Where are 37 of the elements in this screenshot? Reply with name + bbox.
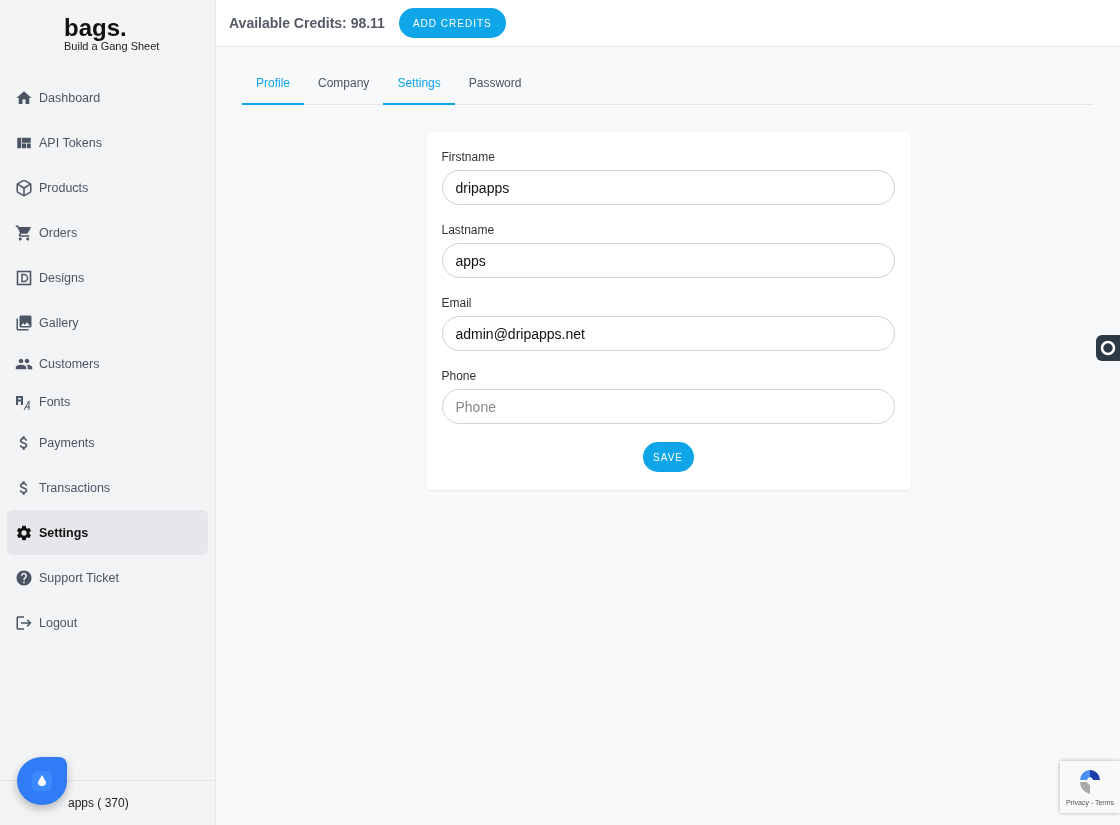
gallery-icon (15, 313, 33, 332)
settings-icon (15, 523, 33, 542)
sidebar-item[interactable]: Orders (7, 210, 208, 255)
drop-icon (32, 771, 52, 791)
input-field[interactable]: Phone (441, 389, 895, 424)
sidebar-item[interactable]: Fonts (7, 383, 208, 420)
sidebar-item[interactable]: Customers (7, 345, 208, 383)
sidebar-item[interactable]: Support Ticket (7, 555, 208, 600)
sidebar-item[interactable]: Logout (7, 600, 208, 645)
input-field[interactable]: apps (441, 243, 895, 278)
sidebar-item[interactable]: Designs (7, 255, 208, 300)
cart-icon (15, 223, 33, 242)
field-label: Lastname (441, 223, 496, 237)
brand-tagline: Build a Gang Sheet (64, 40, 160, 52)
tab[interactable]: Password (454, 63, 536, 105)
side-tab-button[interactable] (1096, 335, 1120, 361)
designs-icon (15, 268, 33, 287)
sidebar-item[interactable]: Settings (7, 510, 208, 555)
sidebar-item[interactable]: API Tokens (7, 120, 208, 165)
sidebar-item[interactable]: Transactions (7, 465, 208, 510)
input-field[interactable]: dripapps (441, 170, 895, 205)
sidebar-item[interactable]: Products (7, 165, 208, 210)
user-name: apps ( 370) (68, 796, 129, 810)
box-icon (15, 178, 33, 197)
help-icon (15, 568, 33, 587)
field-label: Phone (441, 369, 478, 383)
tab[interactable]: Company (304, 63, 384, 105)
field-label: Firstname (441, 150, 496, 164)
credits-balance: Available Credits: 98.11 (229, 15, 385, 31)
circle-icon (1100, 340, 1116, 356)
logout-icon (15, 613, 33, 632)
input-field[interactable]: admin@dripapps.net (441, 316, 895, 351)
chat-button[interactable] (17, 757, 67, 805)
sidebar-item[interactable]: Gallery (7, 300, 208, 345)
sidebar-item[interactable]: Payments (7, 420, 208, 465)
sidebar-item[interactable]: Dashboard (7, 75, 208, 120)
field-label: Email (441, 296, 473, 310)
